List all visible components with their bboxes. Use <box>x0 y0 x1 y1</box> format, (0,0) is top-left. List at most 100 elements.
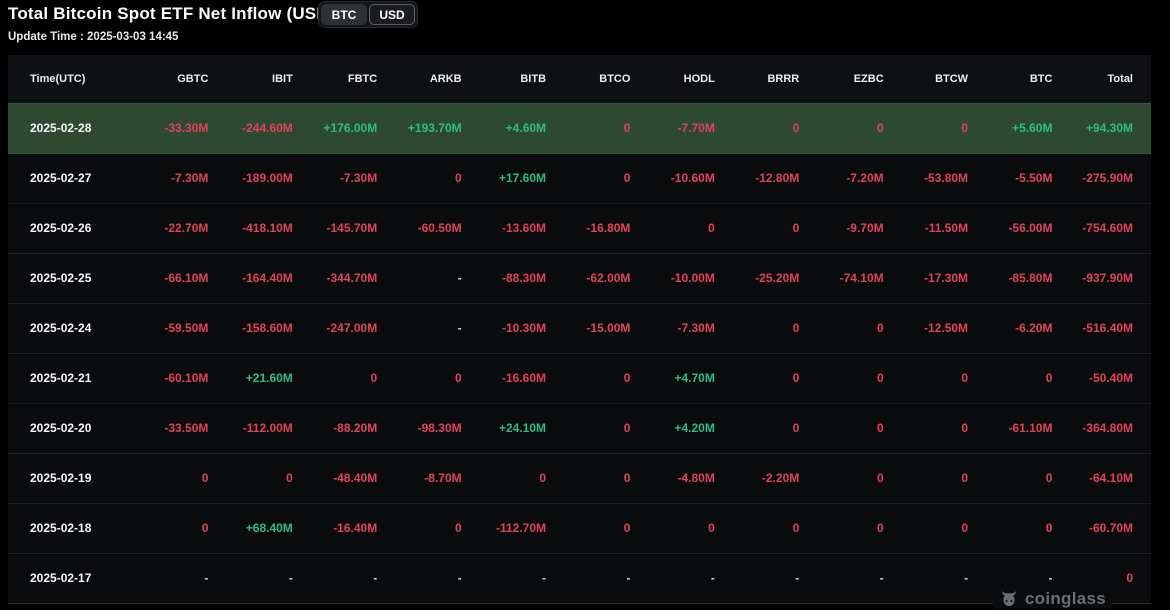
toggle-btc-button[interactable]: BTC <box>321 4 367 25</box>
cell-btco: 0 <box>623 471 631 485</box>
cell-btc: -61.10M <box>1008 421 1053 435</box>
cell-bitb: -10.30M <box>502 321 547 335</box>
cell-btco: -16.80M <box>586 221 631 235</box>
cell-btc: -6.20M <box>1015 321 1053 335</box>
cell-btcw: 0 <box>961 371 969 385</box>
cell-total: +94.30M <box>1085 121 1133 135</box>
cell-btcw: 0 <box>961 471 969 485</box>
cell-gbtc: 0 <box>201 521 209 535</box>
cell-fbtc: +176.00M <box>323 121 378 135</box>
currency-toggle: BTC USD <box>318 1 418 28</box>
cell-ibit: -189.00M <box>242 171 293 185</box>
table-row: 2025-02-17- - - - - - - - - - -0 <box>8 553 1151 603</box>
cell-date: 2025-02-27 <box>30 171 92 185</box>
cell-btcw: -12.50M <box>924 321 969 335</box>
cell-arkb: - <box>457 271 462 285</box>
cell-date: 2025-02-26 <box>30 221 92 235</box>
cell-arkb: 0 <box>454 521 462 535</box>
cell-hodl: -7.70M <box>677 121 715 135</box>
cell-ezbc: 0 <box>876 521 884 535</box>
table-row: 2025-02-18 0 +68.40M -16.40M 0 -112.70M 0 0 0 0 0 0… <box>8 503 1151 553</box>
cell-btc: 0 <box>1045 371 1053 385</box>
watermark-label: coinglass <box>1024 589 1106 608</box>
cell-hodl: -4.80M <box>677 471 715 485</box>
cell-gbtc: -33.50M <box>164 421 209 435</box>
cell-brrr: 0 <box>792 321 800 335</box>
cell-btcw: -17.30M <box>924 271 969 285</box>
cell-gbtc: -33.30M <box>164 121 209 135</box>
cell-total: -60.70M <box>1088 521 1133 535</box>
cell-bitb: +4.60M <box>505 121 547 135</box>
cell-gbtc: 0 <box>201 471 209 485</box>
cell-arkb: -60.50M <box>417 221 462 235</box>
cell-btco: -62.00M <box>586 271 631 285</box>
cell-gbtc: -59.50M <box>164 321 209 335</box>
cell-gbtc: -60.10M <box>164 371 209 385</box>
cell-btco: 0 <box>623 121 631 135</box>
cell-btc: -56.00M <box>1008 221 1053 235</box>
cell-total: -364.80M <box>1082 421 1133 435</box>
coinglass-watermark: coinglass <box>992 589 1112 609</box>
cell-total: -937.90M <box>1082 271 1133 285</box>
cell-btcw: -53.80M <box>924 171 969 185</box>
cell-date: 2025-02-25 <box>30 271 92 285</box>
cell-gbtc: - <box>204 571 209 585</box>
cell-bitb: -13.60M <box>502 221 547 235</box>
cell-gbtc: -7.30M <box>171 171 209 185</box>
table-header: Time(UTC) GBTC IBIT FBTC ARKB BITB BTCO HODL BRR… <box>8 55 1151 103</box>
update-time: Update Time : 2025-03-03 14:45 <box>8 31 179 43</box>
cell-btc: 0 <box>1045 471 1053 485</box>
cell-bitb: -88.30M <box>502 271 547 285</box>
cell-btcw: -11.50M <box>924 221 969 235</box>
column-header-bitb: BITB <box>520 72 547 85</box>
cell-bitb: +17.60M <box>498 171 547 185</box>
cell-hodl: -7.30M <box>677 321 715 335</box>
cell-arkb: -8.70M <box>424 471 462 485</box>
cell-brrr: 0 <box>792 521 800 535</box>
toggle-usd-button[interactable]: USD <box>369 4 415 25</box>
cell-hodl: +4.70M <box>674 371 715 385</box>
cell-total: -516.40M <box>1082 321 1133 335</box>
table-row: 2025-02-25 -66.10M -164.40M -344.70M - -88.30… <box>8 253 1151 303</box>
cell-bitb: -16.60M <box>502 371 547 385</box>
table-row: 2025-02-28 -33.30M -244.60M +176.00M +193.70… <box>8 103 1151 153</box>
cell-fbtc: -48.40M <box>333 471 378 485</box>
cell-brrr: - <box>795 571 800 585</box>
cell-date: 2025-02-19 <box>30 471 92 485</box>
cell-date: 2025-02-24 <box>30 321 92 335</box>
cell-bitb: - <box>542 571 547 585</box>
cell-ezbc: - <box>879 571 884 585</box>
cell-ezbc: -7.20M <box>846 171 884 185</box>
cell-date: 2025-02-28 <box>30 121 92 135</box>
cell-hodl: 0 <box>708 521 715 535</box>
cell-gbtc: -66.10M <box>164 271 209 285</box>
cell-ezbc: 0 <box>876 471 884 485</box>
cell-brrr: -25.20M <box>755 271 800 285</box>
cell-brrr: 0 <box>792 121 800 135</box>
cell-brrr: 0 <box>792 421 800 435</box>
cell-ezbc: 0 <box>876 321 884 335</box>
cell-hodl: 0 <box>708 221 715 235</box>
cell-bitb: 0 <box>539 471 547 485</box>
cell-ibit: -164.40M <box>242 271 293 285</box>
cell-fbtc: -344.70M <box>326 271 378 285</box>
cell-btco: 0 <box>623 171 631 185</box>
cell-ibit: -418.10M <box>242 221 293 235</box>
cell-btc: +5.60M <box>1012 121 1053 135</box>
cell-arkb: 0 <box>454 371 462 385</box>
topbar: Total Bitcoin Spot ETF Net Inflow (USD) … <box>0 0 1170 55</box>
table-row: 2025-02-21 -60.10M +21.60M 0 0 -16.60M 0 +4.70M… <box>8 353 1151 403</box>
cell-btcw: 0 <box>961 121 969 135</box>
table-row: 2025-02-24 -59.50M -158.60M -247.00M - -10.30… <box>8 303 1151 353</box>
cell-btc: -5.50M <box>1015 171 1053 185</box>
cell-ibit: 0 <box>286 471 293 485</box>
cell-total: -64.10M <box>1088 471 1133 485</box>
column-header-gbtc: GBTC <box>177 72 209 85</box>
cell-fbtc: - <box>373 571 378 585</box>
cell-arkb: - <box>457 321 462 335</box>
cell-brrr: 0 <box>792 221 800 235</box>
column-header-btc: BTC <box>1029 72 1053 85</box>
cell-fbtc: -7.30M <box>339 171 378 185</box>
cell-ibit: - <box>288 571 293 585</box>
cell-ibit: +21.60M <box>245 371 293 385</box>
